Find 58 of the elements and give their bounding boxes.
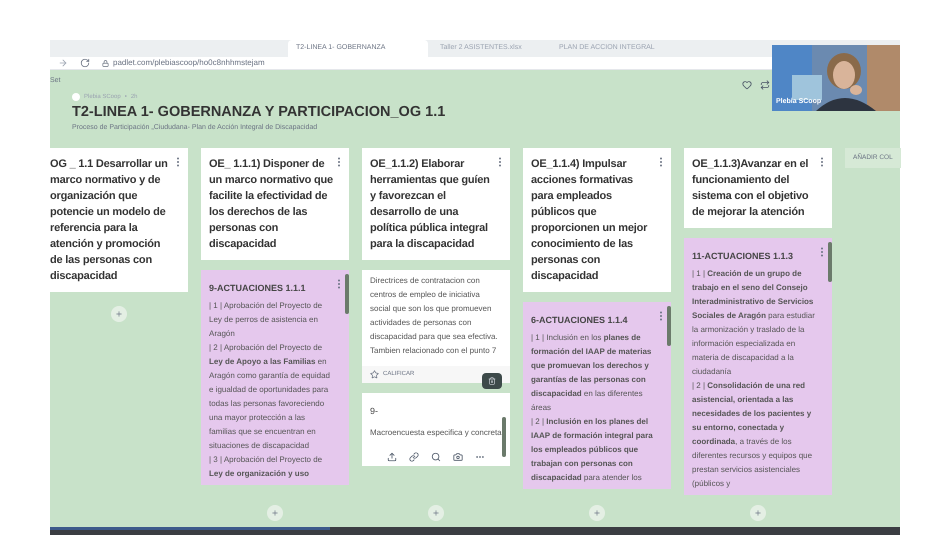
post-editor[interactable]: 9- Macroencuesta especifica y concreta [362,392,510,466]
lock-icon [102,60,109,66]
column-header[interactable]: OE_ 1.1.1) Disponer de un marco normativo que facilite la efectividad de los derechos de las personas con discapacidad [201,148,349,260]
post-text: Directrices de contratacion con centros de empleo de iniciativa social que son los que promueven actividades de personas con discapacidad para que sea efectiva. Tambien relacionado con el punto 7 [370,274,499,357]
add-post-button[interactable] [589,505,605,522]
add-post-button[interactable] [750,505,766,522]
post-text: | 1 | Creación de un grupo de trabajo en el seno del Consejo Interadministrativo de Servicios Sociales de Aragón para estudiar la armonización y traslado de la información especializada en materia de discapacidad a la ciudadanía [692,268,816,378]
column-header[interactable]: OE_1.1.2) Elaborar herramientas que guíen y favorezcan el desarrollo de una política pública integral para la discapacidad [362,148,510,260]
camera-icon[interactable] [453,452,463,462]
avatar [72,93,80,101]
add-post-button[interactable] [267,505,283,522]
reload-icon[interactable] [80,58,90,68]
link-icon[interactable] [409,452,419,462]
plus-icon [432,509,440,518]
trash-icon [488,376,496,385]
post-title: 9- [370,404,380,418]
post-title: 6-ACTUACIONES 1.1.4 [531,314,629,327]
star-icon[interactable] [370,370,379,379]
post-card[interactable] [201,270,349,486]
address-bar[interactable]: padlet.com/plebiascoop/ho0c8nhhmstejam [102,57,265,69]
column-header[interactable]: OG _ 1.1 Desarrollar un marco normativo y de organización que potencie un modelo de referencia para la atención y promoción de las personas con discapacidad [50,148,188,292]
scrollbar[interactable] [50,527,330,530]
post-card[interactable] [523,302,671,490]
remake-icon[interactable] [760,80,770,90]
post-text: Macroencuesta especifica y concreta [370,427,502,440]
board-title: T2-LINEA 1- GOBERNANZA Y PARTICIPACION_OG 1.1 [71,102,446,122]
post-text: | 2 | Inclusión en los planes del IAAP de formación integral para los empleados públicos que trabajan con personas con discapacidad para atender los [531,416,654,484]
post-text: | 1 | Aprobación del Proyecto de Ley de perros de asistencia en Aragón [209,300,324,340]
post-text: | 2 | Aprobación del Proyecto de Ley de Apoyo a las Familias en Aragón como garantía de equidad e igualdad de oportunidades para todas las personas favoreciendo una mayor protección a las familias que se encuentran en situaciones de discapacidad [209,342,331,452]
column-title: OG _ 1.1 Desarrollar un marco normativo y de organización que potencie un modelo de referencia para la atención y promoción de las personas con discapacidad [50,156,169,284]
post-title: 9-ACTUACIONES 1.1.1 [209,282,307,295]
column-title: OE_ 1.1.1) Disponer de un marco normativo que facilite la efectividad de los derechos de las personas con discapacidad [209,156,333,252]
post-card[interactable] [684,238,832,496]
search-icon[interactable] [431,452,441,462]
add-post-button[interactable] [428,505,444,522]
add-post-button[interactable] [111,306,127,322]
scrollbar [828,242,832,282]
post-card[interactable] [362,270,510,383]
post-title: 11-ACTUACIONES 1.1.3 [692,250,794,263]
plus-icon [593,509,601,518]
column-header[interactable]: OE_1.1.3)Avanzar en el funcionamiento del sistema con el objetivo de mejorar la atención [684,148,832,228]
upload-icon[interactable] [387,452,397,462]
plus-icon [115,310,123,318]
post-text: | 1 | Inclusión en los planes de formación del IAAP de materias que promuevan los derechos y garantías de las personas con discapacidad en las diferentes áreas [531,332,652,414]
heart-icon[interactable] [742,80,752,90]
column-title: OE_1.1.4) Impulsar acciones formativas para empleados públicos que proporcionen un mejor conocimiento de las personas con discapacidad [531,156,648,284]
scrollbar [502,416,506,457]
post-text: | 3 | Aprobación del Proyecto de Ley de organización y uso [209,454,324,480]
scrollbar [667,306,671,346]
plus-icon [754,509,762,518]
post-text: | 2 | Consolidación de una red asistencial, orientada a las necesidades de los pacientes y su entorno, conectada y coordinada, a través de los diferentes recursos y equipos que prestan servicios asistenciales (públicos y [692,380,814,490]
column-header[interactable]: OE_1.1.4) Impulsar acciones formativas para empleados públicos que proporcionen un mejor conocimiento de las personas con discapacidad [523,148,671,292]
column-title: OE_1.1.2) Elaborar herramientas que guíen y favorezcan el desarrollo de una política pública integral para la discapacidad [370,156,491,252]
plus-icon [271,509,279,518]
delete-button[interactable] [482,372,502,389]
column-title: OE_1.1.3)Avanzar en el funcionamiento del sistema con el objetivo de mejorar la atención [692,156,810,220]
scrollbar [345,274,349,314]
forward-icon[interactable] [58,58,68,68]
